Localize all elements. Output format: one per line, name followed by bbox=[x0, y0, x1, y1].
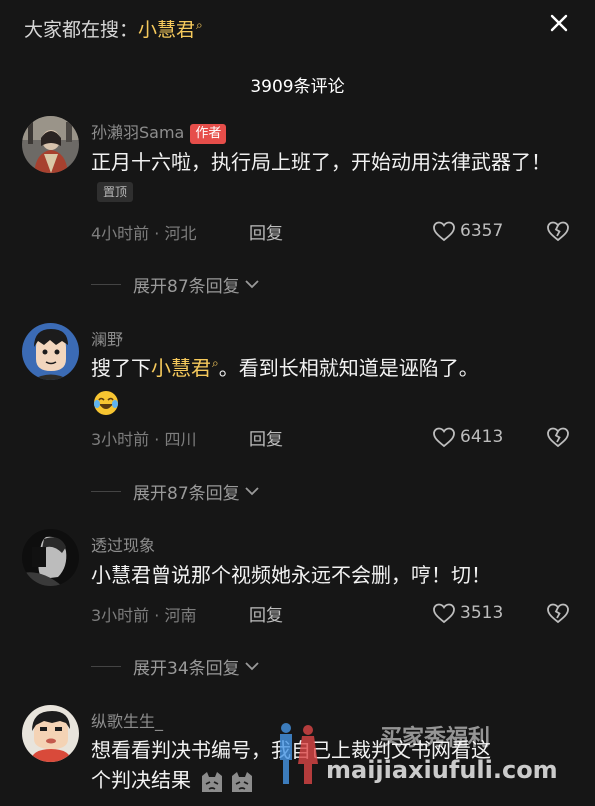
like-button[interactable]: 3513 bbox=[432, 601, 503, 625]
pinned-badge: 置顶 bbox=[97, 182, 134, 202]
expand-replies-button[interactable]: 展开87条回复 bbox=[91, 272, 260, 297]
like-button[interactable]: 6357 bbox=[432, 219, 503, 243]
comment-text-content: 正月十六啦，执行局上班了，开始动用法律武器了！ bbox=[91, 150, 551, 174]
comment-meta: 4小时前 · 河北 bbox=[91, 224, 197, 243]
avatar[interactable] bbox=[22, 323, 79, 380]
chevron-down-icon bbox=[245, 280, 259, 289]
chevron-down-icon bbox=[245, 662, 259, 671]
cat-emoji bbox=[202, 771, 223, 792]
expand-replies-label: 展开87条回复 bbox=[133, 276, 240, 297]
like-button[interactable]: 6413 bbox=[432, 425, 503, 449]
broken-heart-icon[interactable] bbox=[546, 601, 570, 625]
like-count: 6413 bbox=[460, 427, 504, 447]
heart-icon bbox=[433, 221, 455, 242]
heart-icon bbox=[433, 603, 455, 624]
comment-text: 正月十六啦，执行局上班了，开始动用法律武器了！ 置顶 bbox=[91, 147, 571, 207]
username[interactable]: 澜野 bbox=[91, 326, 123, 350]
avatar[interactable] bbox=[22, 116, 79, 173]
username[interactable]: 纵歌生生_ bbox=[91, 708, 163, 732]
close-icon[interactable] bbox=[546, 10, 572, 36]
search-icon: ⌕ bbox=[196, 18, 203, 32]
comment-text: 想看看判决书编号，我自己上裁判文书网看这 个判决结果 bbox=[91, 735, 571, 795]
reply-button[interactable]: 回复 bbox=[249, 219, 283, 244]
broken-heart-icon[interactable] bbox=[546, 219, 570, 243]
heart-icon bbox=[433, 427, 455, 448]
search-hint-prefix: 大家都在搜： bbox=[24, 19, 139, 41]
divider-line bbox=[91, 665, 121, 667]
comment-text: 小慧君曾说那个视频她永远不会删，哼！切！ bbox=[91, 563, 491, 587]
chevron-down-icon bbox=[245, 487, 259, 496]
comment-text-line1: 想看看判决书编号，我自己上裁判文书网看这 bbox=[91, 738, 491, 762]
search-term-link[interactable]: 小慧君 bbox=[138, 19, 195, 41]
comment-text-line2: 个判决结果 bbox=[91, 768, 191, 792]
like-count: 6357 bbox=[460, 221, 504, 241]
expand-replies-button[interactable]: 展开87条回复 bbox=[91, 479, 260, 504]
avatar[interactable] bbox=[22, 529, 79, 586]
divider-line bbox=[91, 490, 121, 492]
username[interactable]: 孙瀨羽Sama 作者 bbox=[91, 119, 227, 145]
expand-replies-button[interactable]: 展开34条回复 bbox=[91, 654, 260, 679]
expand-replies-label: 展开34条回复 bbox=[133, 658, 240, 679]
crying-laughing-emoji bbox=[94, 390, 118, 415]
expand-replies-label: 展开87条回复 bbox=[133, 483, 240, 504]
divider-line bbox=[91, 283, 121, 285]
comment-text: 搜了下小慧君⌕。看到长相就知道是诬陷了。 bbox=[91, 353, 571, 416]
author-badge: 作者 bbox=[190, 124, 227, 144]
search-icon: ⌕ bbox=[212, 356, 219, 370]
comment-panel: 大家都在搜：小慧君⌕ 3909条评论 孙瀨羽Sama 作者 正月十六啦，执行局上班… bbox=[0, 0, 595, 806]
search-keyword-link[interactable]: 小慧君 bbox=[151, 356, 211, 380]
cat-emoji bbox=[232, 771, 253, 792]
reply-button[interactable]: 回复 bbox=[249, 425, 283, 450]
avatar[interactable] bbox=[22, 705, 79, 762]
comment-meta: 3小时前 · 河南 bbox=[91, 606, 197, 625]
like-count: 3513 bbox=[460, 603, 504, 623]
trending-search-hint[interactable]: 大家都在搜：小慧君⌕ bbox=[24, 15, 203, 42]
username-text: 孙瀨羽Sama bbox=[91, 123, 185, 142]
username[interactable]: 透过现象 bbox=[91, 532, 155, 556]
comment-text-after: 。看到长相就知道是诬陷了。 bbox=[218, 356, 479, 380]
broken-heart-icon[interactable] bbox=[546, 425, 570, 449]
comment-text-before: 搜了下 bbox=[91, 356, 151, 380]
reply-button[interactable]: 回复 bbox=[249, 601, 283, 626]
top-bar: 大家都在搜：小慧君⌕ bbox=[0, 0, 595, 58]
comment-meta: 3小时前 · 四川 bbox=[91, 430, 197, 449]
comment-count-title: 3909条评论 bbox=[250, 77, 345, 97]
